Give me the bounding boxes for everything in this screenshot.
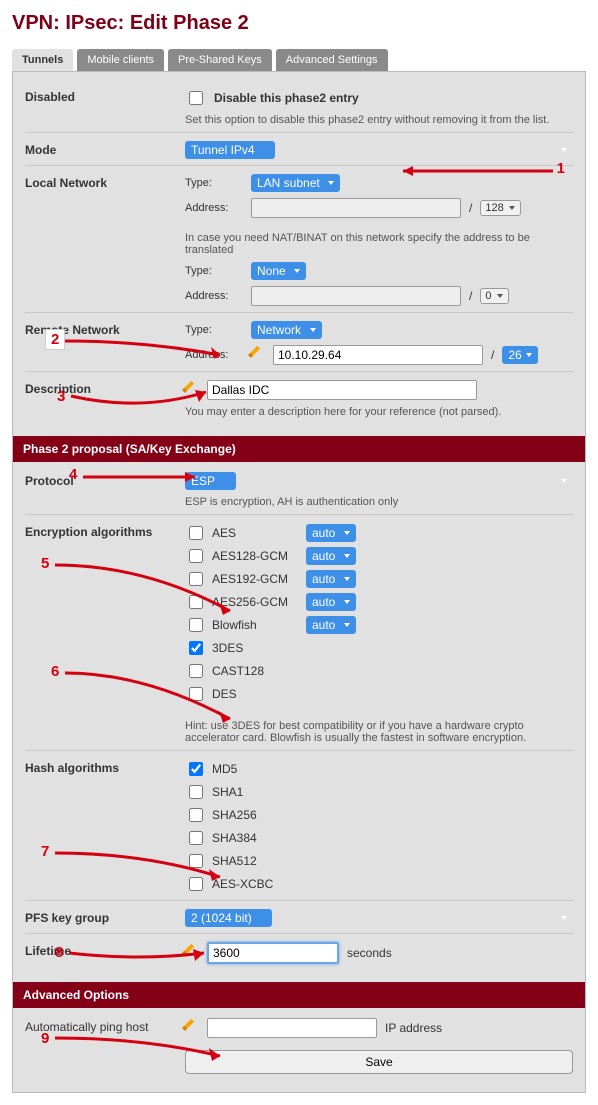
disabled-label: Disabled	[25, 88, 185, 104]
tab-pre-shared-keys[interactable]: Pre-Shared Keys	[168, 49, 272, 71]
save-button[interactable]: Save	[185, 1050, 573, 1074]
hash-checkbox-sha384[interactable]	[189, 831, 203, 845]
pfs-select[interactable]: 2 (1024 bit)	[185, 909, 272, 927]
annotation-6: 6	[51, 663, 59, 680]
description-input[interactable]	[207, 380, 477, 400]
hash-checkbox-sha1[interactable]	[189, 785, 203, 799]
hash-label: SHA1	[212, 785, 243, 799]
local-addr-sublabel: Address:	[185, 202, 243, 214]
disabled-help: Set this option to disable this phase2 e…	[185, 114, 573, 126]
local-network-label: Local Network	[25, 174, 185, 190]
remote-type-select[interactable]: Network	[251, 321, 322, 339]
annotation-2: 2	[45, 331, 65, 348]
hash-label: MD5	[212, 762, 237, 776]
hash-checkbox-md5[interactable]	[189, 762, 203, 776]
annotation-7: 7	[41, 843, 49, 860]
nat-addr-sublabel: Address:	[185, 290, 243, 302]
hash-label: SHA256	[212, 808, 257, 822]
encryption-hint: Hint: use 3DES for best compatibility or…	[185, 720, 573, 744]
local-cidr-select[interactable]: 128	[480, 200, 521, 216]
ping-unit: IP address	[385, 1021, 442, 1035]
annotation-4: 4	[69, 466, 77, 483]
local-type-sublabel: Type:	[185, 177, 243, 189]
local-type-select[interactable]: LAN subnet	[251, 174, 340, 192]
disabled-checkbox-label: Disable this phase2 entry	[214, 91, 359, 105]
description-help: You may enter a description here for you…	[185, 406, 573, 418]
enc-keysize-select[interactable]: auto	[306, 570, 356, 588]
enc-checkbox-3des[interactable]	[189, 641, 203, 655]
mode-select[interactable]: Tunnel IPv4	[185, 141, 275, 159]
encryption-label: Encryption algorithms	[25, 523, 185, 539]
phase2-section-bar: Phase 2 proposal (SA/Key Exchange)	[13, 436, 585, 462]
tab-tunnels[interactable]: Tunnels	[12, 49, 73, 71]
enc-checkbox-aes[interactable]	[189, 526, 203, 540]
lifetime-input[interactable]	[207, 942, 339, 964]
page-title: VPN: IPsec: Edit Phase 2	[12, 12, 586, 35]
annotation-8: 8	[55, 944, 63, 961]
enc-keysize-select[interactable]: auto	[306, 593, 356, 611]
nat-type-select[interactable]: None	[251, 262, 306, 280]
remote-cidr-select[interactable]: 26	[502, 346, 538, 364]
form-panel: Disabled Disable this phase2 entry Set t…	[12, 71, 586, 1093]
ping-input[interactable]	[207, 1018, 377, 1038]
local-address-input[interactable]	[251, 198, 461, 218]
nat-address-input[interactable]	[251, 286, 461, 306]
protocol-help: ESP is encryption, AH is authentication …	[185, 496, 573, 508]
enc-label: AES	[212, 526, 300, 540]
remote-type-sublabel: Type:	[185, 324, 243, 336]
local-nat-hint: In case you need NAT/BINAT on this netwo…	[185, 232, 573, 256]
hash-label: SHA384	[212, 831, 257, 845]
tab-advanced-settings[interactable]: Advanced Settings	[276, 49, 388, 71]
pencil-icon	[248, 345, 268, 365]
enc-keysize-select[interactable]: auto	[306, 524, 356, 542]
enc-keysize-select[interactable]: auto	[306, 616, 356, 634]
nat-cidr-select[interactable]: 0	[480, 288, 509, 304]
tab-bar: Tunnels Mobile clients Pre-Shared Keys A…	[12, 49, 586, 71]
annotation-3: 3	[57, 388, 65, 405]
annotation-9: 9	[41, 1030, 49, 1047]
nat-type-sublabel: Type:	[185, 265, 243, 277]
remote-address-input[interactable]	[273, 345, 483, 365]
annotation-5: 5	[41, 555, 49, 572]
advanced-section-bar: Advanced Options	[13, 982, 585, 1008]
mode-label: Mode	[25, 141, 185, 157]
tab-mobile-clients[interactable]: Mobile clients	[77, 49, 164, 71]
hash-label: Hash algorithms	[25, 759, 185, 775]
lifetime-unit: seconds	[347, 946, 392, 960]
annotation-1: 1	[403, 164, 563, 182]
enc-keysize-select[interactable]: auto	[306, 547, 356, 565]
hash-checkbox-sha256[interactable]	[189, 808, 203, 822]
disabled-checkbox[interactable]	[189, 91, 203, 105]
pfs-label: PFS key group	[25, 909, 185, 925]
enc-label: 3DES	[212, 641, 300, 655]
